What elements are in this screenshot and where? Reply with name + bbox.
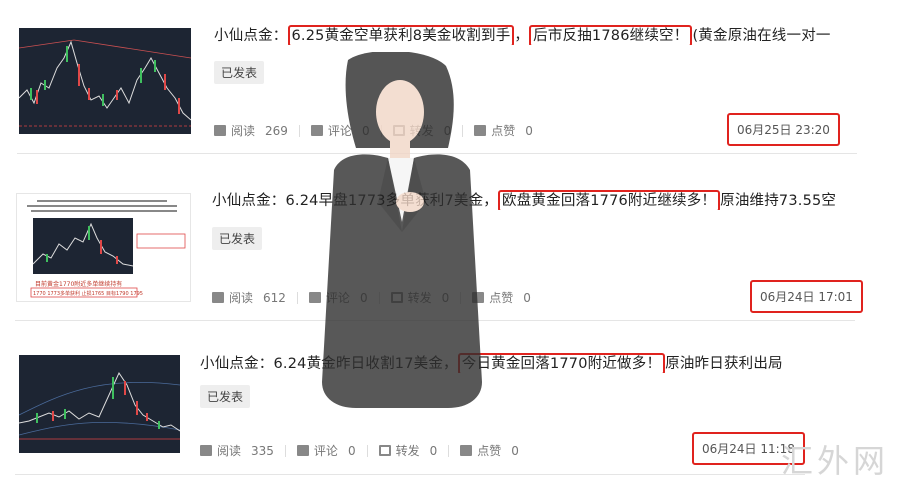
row-divider	[15, 474, 805, 475]
repost-icon	[378, 445, 391, 456]
article-stats: 阅读 335 评论 0 转发 0 点赞 0	[200, 442, 519, 459]
reads-label: 阅读	[229, 291, 254, 305]
title-suffix: 原油昨日获利出局，反	[665, 356, 782, 372]
likes-count: 0	[525, 123, 533, 138]
book-icon	[212, 292, 224, 303]
likes-count: 0	[511, 443, 519, 458]
divider	[298, 124, 300, 137]
divider	[448, 444, 450, 457]
reads-label: 阅读	[231, 124, 256, 138]
title-separator: ，	[514, 28, 530, 44]
site-watermark: 汇外网	[780, 442, 889, 480]
reads-count: 269	[265, 123, 288, 138]
title-highlight: 6.25黄金空单获利8美金收割到手	[287, 25, 515, 45]
status-badge: 已发表	[214, 61, 265, 84]
title-suffix: 原油维持73.55空	[720, 193, 837, 209]
article-thumbnail[interactable]	[19, 28, 191, 134]
article-title[interactable]: 小仙点金：6.24黄金昨日收割17美金，今日黄金回落1770附近做多！原油昨日获…	[200, 352, 782, 373]
publish-date: 06月24日 17:01	[750, 280, 863, 313]
publish-date: 06月25日 23:20	[727, 113, 840, 146]
presenter-figure	[322, 52, 482, 408]
reads-label: 阅读	[217, 444, 242, 458]
article-thumbnail[interactable]: 目前黄金1770附近多单继续持有 1770 1773多单获利 止损1765 目标…	[16, 193, 191, 302]
article-thumbnail[interactable]	[19, 355, 180, 453]
reads-stat: 阅读 269	[214, 122, 288, 139]
reads-count: 612	[263, 290, 286, 305]
comments-count: 0	[347, 443, 356, 458]
article-title[interactable]: 小仙点金：6.24早盘1773多单获利7美金，欧盘黄金回落1776附近继续多！原…	[212, 189, 850, 210]
likes-label: 点赞	[489, 291, 514, 305]
title-highlight: 欧盘黄金回落1776附近继续多！	[498, 190, 721, 210]
comments-label: 评论	[313, 444, 338, 458]
reads-count: 335	[251, 443, 274, 458]
status-badge: 已发表	[200, 385, 251, 408]
thumb-note: 1770 1773多单获利 止损1765 目标1790 1795	[33, 290, 143, 297]
title-highlight: 后市反抽1786继续空！	[529, 25, 693, 45]
divider	[366, 444, 368, 457]
comment-icon	[296, 445, 309, 456]
title-prefix: 小仙点金：	[214, 28, 288, 44]
reads-stat: 阅读 335	[200, 442, 274, 459]
likes-label: 点赞	[477, 444, 502, 458]
repost-button[interactable]: 转发 0	[378, 442, 438, 459]
divider	[284, 444, 286, 457]
reposts-label: 转发	[395, 444, 420, 458]
title-suffix: (黄金原油在线一对一	[692, 28, 831, 44]
reads-stat: 阅读 612	[212, 289, 286, 306]
article-title[interactable]: 小仙点金： 6.25黄金空单获利8美金收割到手，后市反抽1786继续空！ (黄金原油…	[214, 24, 850, 45]
title-highlight: 今日黄金回落1770附近做多！	[457, 353, 666, 373]
like-button[interactable]: 点赞 0	[460, 442, 519, 459]
thumbs-up-icon	[460, 445, 473, 456]
book-icon	[200, 445, 212, 456]
status-badge: 已发表	[212, 227, 263, 250]
likes-label: 点赞	[491, 124, 516, 138]
reposts-count: 0	[429, 443, 438, 458]
thumb-note: 目前黄金1770附近多单继续持有	[35, 280, 122, 288]
divider	[296, 291, 298, 304]
comment-button[interactable]: 评论 0	[296, 442, 356, 459]
book-icon	[214, 125, 226, 136]
likes-count: 0	[523, 290, 531, 305]
